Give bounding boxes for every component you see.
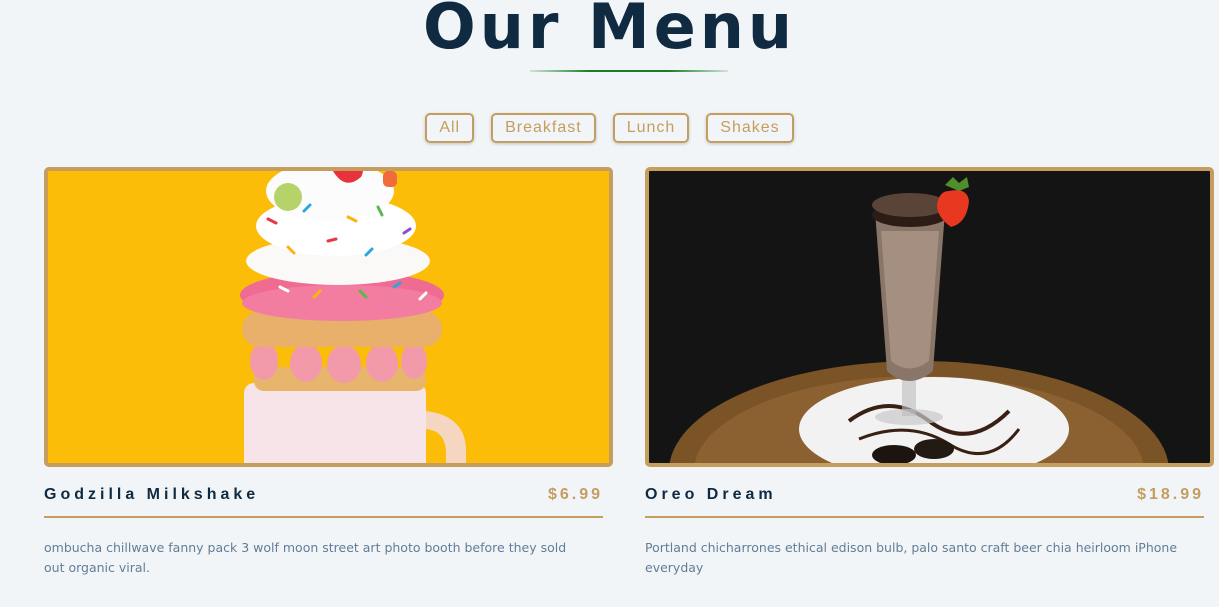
menu-item-card: Godzilla Milkshake $6.99 ombucha chillwa… (44, 167, 613, 591)
filter-all-button[interactable]: All (425, 113, 475, 143)
menu-item-photo (44, 167, 613, 467)
oreo-shake-image (649, 171, 1210, 463)
menu-item-header: Oreo Dream $18.99 (645, 486, 1204, 518)
menu-item-title: Oreo Dream (645, 486, 777, 503)
filter-shakes-button[interactable]: Shakes (706, 113, 794, 143)
menu-item-description: Portland chicharrones ethical edison bul… (645, 540, 1178, 575)
menu-item-title: Godzilla Milkshake (44, 486, 260, 503)
title-underline (530, 70, 728, 72)
filter-lunch-button[interactable]: Lunch (612, 113, 690, 143)
menu-item-price: $18.99 (1137, 486, 1204, 503)
menu-item-description: ombucha chillwave fanny pack 3 wolf moon… (44, 540, 567, 575)
menu-item-photo (645, 167, 1214, 467)
menu-item-header: Godzilla Milkshake $6.99 (44, 486, 603, 518)
milkshake-image (48, 171, 609, 463)
menu-item-price: $6.99 (547, 486, 603, 503)
filter-breakfast-button[interactable]: Breakfast (491, 113, 596, 143)
menu-item-card: Oreo Dream $18.99 Portland chicharrones … (645, 167, 1214, 591)
filter-bar: All Breakfast Lunch Shakes (0, 113, 1219, 143)
page-title: Our Menu (422, 0, 797, 63)
